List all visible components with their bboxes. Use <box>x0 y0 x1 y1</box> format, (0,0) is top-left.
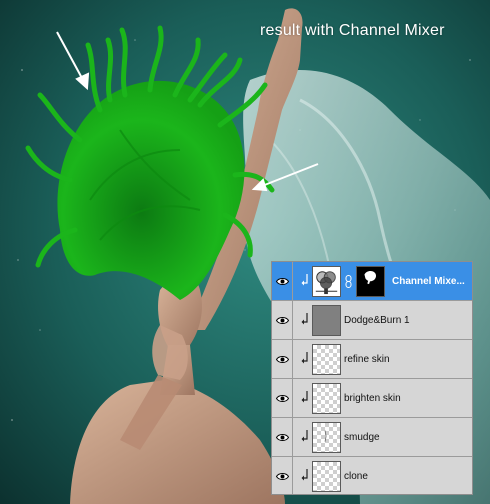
layer-row-dodge-burn[interactable]: Dodge&Burn 1 <box>272 301 472 340</box>
layer-row-channel-mixer[interactable]: Channel Mixe... <box>272 262 472 301</box>
tutorial-screenshot: result with Channel Mixer Channel Mixe..… <box>0 0 490 504</box>
clip-arrow-icon <box>301 430 308 442</box>
layer-thumbnail[interactable] <box>312 422 341 453</box>
eye-icon[interactable] <box>272 379 293 417</box>
channel-mixer-icon[interactable] <box>312 266 341 297</box>
layer-name[interactable]: refine skin <box>344 340 390 378</box>
layer-name[interactable]: Dodge&Burn 1 <box>344 301 410 339</box>
layer-row-brighten-skin[interactable]: brighten skin <box>272 379 472 418</box>
clip-arrow-icon <box>301 469 308 481</box>
layer-row-clone[interactable]: clone <box>272 457 472 494</box>
clip-arrow-icon <box>301 352 308 364</box>
eye-icon[interactable] <box>272 457 293 494</box>
layer-name[interactable]: brighten skin <box>344 379 401 417</box>
layer-row-smudge[interactable]: smudge <box>272 418 472 457</box>
layer-name[interactable]: smudge <box>344 418 380 456</box>
eye-icon[interactable] <box>272 418 293 456</box>
layer-mask-thumbnail[interactable] <box>356 266 385 297</box>
layer-thumbnail[interactable] <box>312 305 341 336</box>
eye-icon[interactable] <box>272 340 293 378</box>
layer-thumbnail[interactable] <box>312 344 341 375</box>
eye-icon[interactable] <box>272 301 293 339</box>
eye-icon[interactable] <box>272 262 293 300</box>
clip-arrow-icon <box>301 313 308 325</box>
clip-arrow-icon <box>301 274 308 286</box>
layer-row-refine-skin[interactable]: refine skin <box>272 340 472 379</box>
layer-thumbnail[interactable] <box>312 461 341 492</box>
layer-thumbnail[interactable] <box>312 383 341 414</box>
clip-arrow-icon <box>301 391 308 403</box>
layers-panel: Channel Mixe... Dodge&Burn 1 refine skin <box>271 261 473 495</box>
result-caption: result with Channel Mixer <box>260 22 445 39</box>
layer-name[interactable]: Channel Mixe... <box>392 262 465 300</box>
chain-link-icon[interactable] <box>345 275 352 288</box>
layer-name[interactable]: clone <box>344 457 368 494</box>
